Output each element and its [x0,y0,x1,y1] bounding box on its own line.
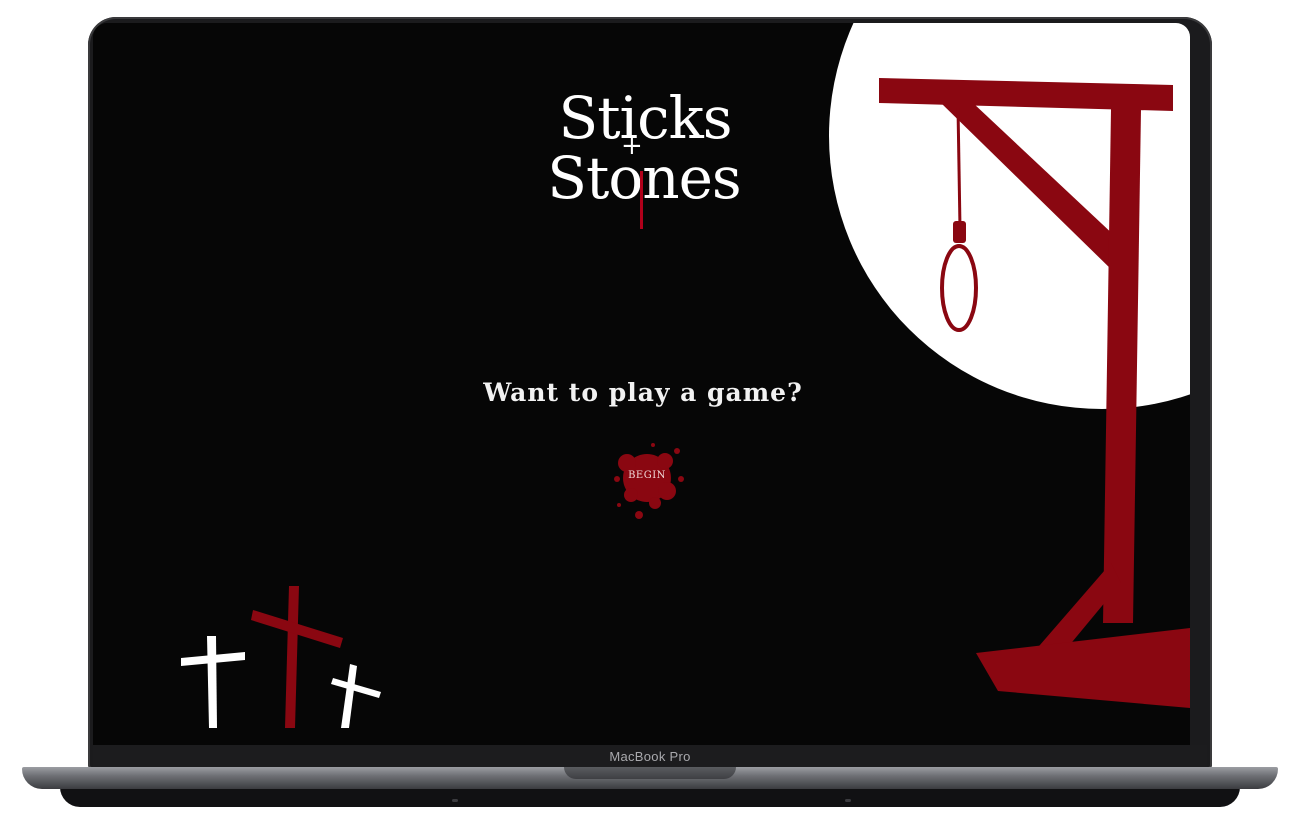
logo-blood-slash [640,171,643,229]
cross-icon-white-right [331,664,381,728]
gallows-brace [941,103,1133,273]
tagline-heading: Want to play a game? [483,378,803,407]
noose-icon [940,106,978,332]
laptop-mockup: Sticks + Stones Want to play a game? BEG… [0,0,1300,826]
cross-icon-white-left [181,636,245,728]
begin-button-label: BEGIN [628,470,666,481]
logo-line-stones: Stones [547,144,741,212]
device-model-label: MacBook Pro [609,749,691,764]
gallows-base [976,628,1190,708]
cross-icon-red-center [251,586,343,728]
laptop-chin: MacBook Pro [93,745,1207,769]
laptop-foot-left [452,799,458,802]
laptop-notch [564,767,736,779]
laptop-foot-right [845,799,851,802]
gallows-beam [879,78,1173,111]
game-screen: Sticks + Stones Want to play a game? BEG… [93,23,1190,745]
game-logo: Sticks + Stones [513,83,773,243]
crosses-group [181,586,381,728]
begin-button[interactable]: BEGIN [605,433,695,523]
laptop-base-shadow [60,787,1240,807]
gallows-post [1103,109,1141,623]
